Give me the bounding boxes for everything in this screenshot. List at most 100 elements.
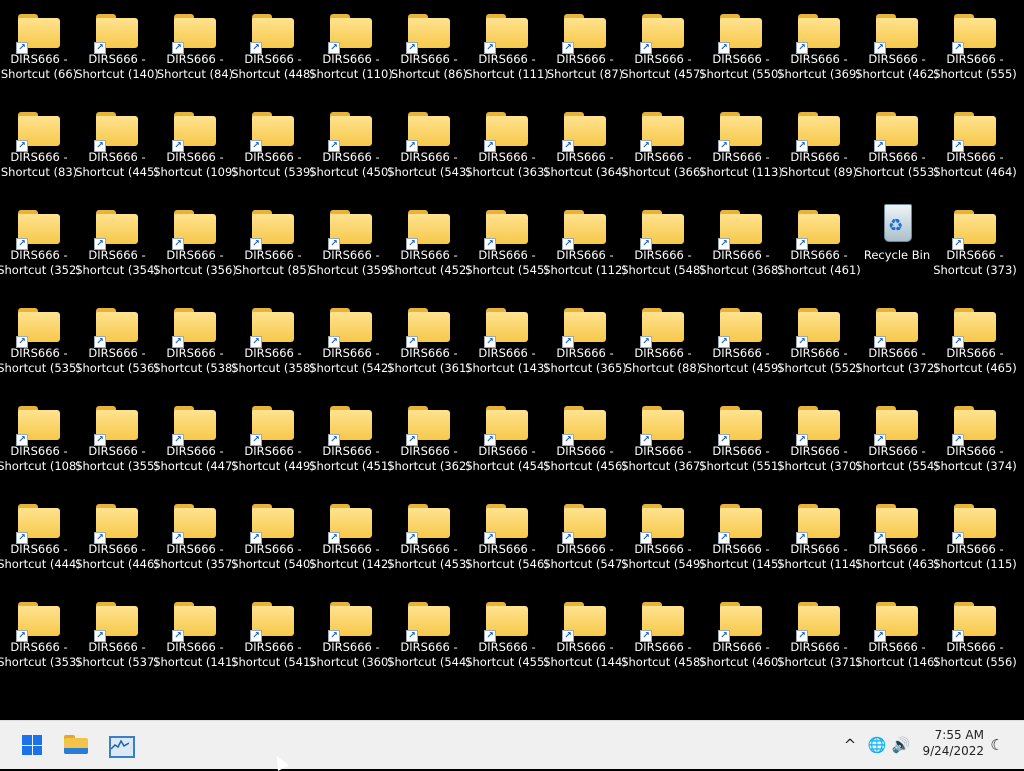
desktop-shortcut-icon[interactable]: ↗ DIRS666 - Shortcut (465) <box>933 294 1017 380</box>
desktop-shortcut-icon[interactable]: ↗ DIRS666 - Shortcut (551) <box>699 392 783 478</box>
desktop-shortcut-icon[interactable]: ↗ DIRS666 - Shortcut (366) <box>621 98 705 184</box>
desktop-shortcut-icon[interactable]: ↗ DIRS666 - Shortcut (84) <box>156 0 234 86</box>
desktop-shortcut-icon[interactable]: ↗ DIRS666 - Shortcut (109) <box>153 98 237 184</box>
desktop-shortcut-icon[interactable]: ↗ DIRS666 - Shortcut (553) <box>855 98 939 184</box>
recycle-bin-desktop-icon[interactable]: ♻ Recycle Bin <box>858 196 936 282</box>
desktop-shortcut-icon[interactable]: ↗ DIRS666 - Shortcut (368) <box>699 196 783 282</box>
desktop-shortcut-icon[interactable]: ↗ DIRS666 - Shortcut (83) <box>0 98 78 184</box>
desktop-shortcut-icon[interactable]: ↗ DIRS666 - Shortcut (362) <box>387 392 471 478</box>
desktop-shortcut-icon[interactable]: ↗ DIRS666 - Shortcut (537) <box>75 588 159 674</box>
desktop-shortcut-icon[interactable]: ↗ DIRS666 - Shortcut (361) <box>387 294 471 380</box>
desktop-shortcut-icon[interactable]: ↗ DIRS666 - Shortcut (451) <box>309 392 393 478</box>
desktop-shortcut-icon[interactable]: ↗ DIRS666 - Shortcut (85) <box>234 196 312 282</box>
desktop-shortcut-icon[interactable]: ↗ DIRS666 - Shortcut (542) <box>309 294 393 380</box>
start-button[interactable] <box>16 729 48 761</box>
desktop-shortcut-icon[interactable]: ↗ DIRS666 - Shortcut (450) <box>309 98 393 184</box>
desktop-shortcut-icon[interactable]: ↗ DIRS666 - Shortcut (145) <box>699 490 783 576</box>
volume-icon[interactable]: 🔊 <box>890 733 912 757</box>
desktop-shortcut-icon[interactable]: ↗ DIRS666 - Shortcut (359) <box>309 196 393 282</box>
clock[interactable]: 7:55 AM 9/24/2022 <box>918 727 984 759</box>
desktop-shortcut-icon[interactable]: ↗ DIRS666 - Shortcut (111) <box>465 0 549 86</box>
network-icon[interactable]: 🌐 <box>866 733 888 757</box>
desktop-shortcut-icon[interactable]: ↗ DIRS666 - Shortcut (544) <box>387 588 471 674</box>
desktop-shortcut-icon[interactable]: ↗ DIRS666 - Shortcut (458) <box>621 588 705 674</box>
desktop-shortcut-icon[interactable]: ↗ DIRS666 - Shortcut (142) <box>309 490 393 576</box>
desktop-shortcut-icon[interactable]: ↗ DIRS666 - Shortcut (115) <box>933 490 1017 576</box>
desktop-shortcut-icon[interactable]: ↗ DIRS666 - Shortcut (456) <box>543 392 627 478</box>
desktop-shortcut-icon[interactable]: ↗ DIRS666 - Shortcut (141) <box>153 588 237 674</box>
desktop-shortcut-icon[interactable]: ↗ DIRS666 - Shortcut (86) <box>390 0 468 86</box>
desktop-shortcut-icon[interactable]: ↗ DIRS666 - Shortcut (555) <box>933 0 1017 86</box>
desktop-shortcut-icon[interactable]: ↗ DIRS666 - Shortcut (114) <box>777 490 861 576</box>
desktop-shortcut-icon[interactable]: ↗ DIRS666 - Shortcut (463) <box>855 490 939 576</box>
desktop-shortcut-icon[interactable]: ↗ DIRS666 - Shortcut (356) <box>153 196 237 282</box>
desktop-shortcut-icon[interactable]: ↗ DIRS666 - Shortcut (371) <box>777 588 861 674</box>
desktop-shortcut-icon[interactable]: ↗ DIRS666 - Shortcut (462) <box>855 0 939 86</box>
desktop-shortcut-icon[interactable]: ↗ DIRS666 - Shortcut (363) <box>465 98 549 184</box>
desktop-shortcut-icon[interactable]: ↗ DIRS666 - Shortcut (143) <box>465 294 549 380</box>
desktop-shortcut-icon[interactable]: ↗ DIRS666 - Shortcut (357) <box>153 490 237 576</box>
desktop-shortcut-icon[interactable]: ↗ DIRS666 - Shortcut (556) <box>933 588 1017 674</box>
desktop-shortcut-icon[interactable]: ↗ DIRS666 - Shortcut (360) <box>309 588 393 674</box>
desktop-shortcut-icon[interactable]: ↗ DIRS666 - Shortcut (369) <box>777 0 861 86</box>
desktop-shortcut-icon[interactable]: ↗ DIRS666 - Shortcut (546) <box>465 490 549 576</box>
desktop-shortcut-icon[interactable]: ↗ DIRS666 - Shortcut (459) <box>699 294 783 380</box>
desktop-shortcut-icon[interactable]: ↗ DIRS666 - Shortcut (541) <box>231 588 315 674</box>
desktop-shortcut-icon[interactable]: ↗ DIRS666 - Shortcut (452) <box>387 196 471 282</box>
desktop-shortcut-icon[interactable]: ↗ DIRS666 - Shortcut (354) <box>75 196 159 282</box>
desktop-shortcut-icon[interactable]: ↗ DIRS666 - Shortcut (365) <box>543 294 627 380</box>
desktop-shortcut-icon[interactable]: ↗ DIRS666 - Shortcut (110) <box>309 0 393 86</box>
desktop-shortcut-icon[interactable]: ↗ DIRS666 - Shortcut (364) <box>543 98 627 184</box>
desktop-shortcut-icon[interactable]: ↗ DIRS666 - Shortcut (539) <box>231 98 315 184</box>
desktop-shortcut-icon[interactable]: ↗ DIRS666 - Shortcut (554) <box>855 392 939 478</box>
desktop-shortcut-icon[interactable]: ↗ DIRS666 - Shortcut (112) <box>543 196 627 282</box>
desktop-shortcut-icon[interactable]: ↗ DIRS666 - Shortcut (464) <box>933 98 1017 184</box>
desktop-shortcut-icon[interactable]: ↗ DIRS666 - Shortcut (460) <box>699 588 783 674</box>
desktop-icon-label: DIRS666 - Shortcut (556) <box>933 640 1017 669</box>
desktop-shortcut-icon[interactable]: ↗ DIRS666 - Shortcut (461) <box>777 196 861 282</box>
desktop-shortcut-icon[interactable]: ↗ DIRS666 - Shortcut (89) <box>780 98 858 184</box>
file-explorer-button[interactable] <box>60 729 92 761</box>
desktop-shortcut-icon[interactable]: ↗ DIRS666 - Shortcut (543) <box>387 98 471 184</box>
desktop-shortcut-icon[interactable]: ↗ DIRS666 - Shortcut (455) <box>465 588 549 674</box>
desktop-shortcut-icon[interactable]: ↗ DIRS666 - Shortcut (140) <box>75 0 159 86</box>
desktop-shortcut-icon[interactable]: ↗ DIRS666 - Shortcut (87) <box>546 0 624 86</box>
desktop-shortcut-icon[interactable]: ↗ DIRS666 - Shortcut (374) <box>933 392 1017 478</box>
desktop-shortcut-icon[interactable]: ↗ DIRS666 - Shortcut (144) <box>543 588 627 674</box>
focus-assist-moon-icon[interactable]: ☾ <box>986 733 1008 757</box>
performance-monitor-button[interactable] <box>104 729 136 761</box>
desktop-shortcut-icon[interactable]: ↗ DIRS666 - Shortcut (445) <box>75 98 159 184</box>
desktop-shortcut-icon[interactable]: ↗ DIRS666 - Shortcut (355) <box>75 392 159 478</box>
desktop-shortcut-icon[interactable]: ↗ DIRS666 - Shortcut (449) <box>231 392 315 478</box>
desktop-shortcut-icon[interactable]: ↗ DIRS666 - Shortcut (372) <box>855 294 939 380</box>
show-hidden-icons-chevron-icon[interactable]: ^ <box>839 733 861 757</box>
desktop-shortcut-icon[interactable]: ↗ DIRS666 - Shortcut (113) <box>699 98 783 184</box>
desktop-shortcut-icon[interactable]: ↗ DIRS666 - Shortcut (538) <box>153 294 237 380</box>
desktop-shortcut-icon[interactable]: ↗ DIRS666 - Shortcut (548) <box>621 196 705 282</box>
desktop-shortcut-icon[interactable]: ↗ DIRS666 - Shortcut (545) <box>465 196 549 282</box>
desktop-shortcut-icon[interactable]: ↗ DIRS666 - Shortcut (444) <box>0 490 81 576</box>
desktop-shortcut-icon[interactable]: ↗ DIRS666 - Shortcut (552) <box>777 294 861 380</box>
desktop-shortcut-icon[interactable]: ↗ DIRS666 - Shortcut (547) <box>543 490 627 576</box>
desktop-shortcut-icon[interactable]: ↗ DIRS666 - Shortcut (66) <box>0 0 78 86</box>
desktop-shortcut-icon[interactable]: ↗ DIRS666 - Shortcut (457) <box>621 0 705 86</box>
desktop-shortcut-icon[interactable]: ↗ DIRS666 - Shortcut (353) <box>0 588 81 674</box>
desktop-shortcut-icon[interactable]: ↗ DIRS666 - Shortcut (447) <box>153 392 237 478</box>
desktop-shortcut-icon[interactable]: ↗ DIRS666 - Shortcut (540) <box>231 490 315 576</box>
desktop-shortcut-icon[interactable]: ↗ DIRS666 - Shortcut (108) <box>0 392 81 478</box>
desktop-shortcut-icon[interactable]: ↗ DIRS666 - Shortcut (88) <box>624 294 702 380</box>
desktop-shortcut-icon[interactable]: ↗ DIRS666 - Shortcut (549) <box>621 490 705 576</box>
desktop-shortcut-icon[interactable]: ↗ DIRS666 - Shortcut (454) <box>465 392 549 478</box>
desktop-shortcut-icon[interactable]: ↗ DIRS666 - Shortcut (352) <box>0 196 81 282</box>
desktop-shortcut-icon[interactable]: ↗ DIRS666 - Shortcut (535) <box>0 294 81 380</box>
desktop-shortcut-icon[interactable]: ↗ DIRS666 - Shortcut (367) <box>621 392 705 478</box>
desktop-shortcut-icon[interactable]: ↗ DIRS666 - Shortcut (446) <box>75 490 159 576</box>
desktop-shortcut-icon[interactable]: ↗ DIRS666 - Shortcut (358) <box>231 294 315 380</box>
desktop-shortcut-icon[interactable]: ↗ DIRS666 - Shortcut (536) <box>75 294 159 380</box>
desktop-shortcut-icon[interactable]: ↗ DIRS666 - Shortcut (448) <box>231 0 315 86</box>
desktop-shortcut-icon[interactable]: ↗ DIRS666 - Shortcut (370) <box>777 392 861 478</box>
desktop-shortcut-icon[interactable]: ↗ DIRS666 - Shortcut (373) <box>933 196 1017 282</box>
desktop-shortcut-icon[interactable]: ↗ DIRS666 - Shortcut (550) <box>699 0 783 86</box>
desktop-shortcut-icon[interactable]: ↗ DIRS666 - Shortcut (453) <box>387 490 471 576</box>
desktop-shortcut-icon[interactable]: ↗ DIRS666 - Shortcut (146) <box>855 588 939 674</box>
